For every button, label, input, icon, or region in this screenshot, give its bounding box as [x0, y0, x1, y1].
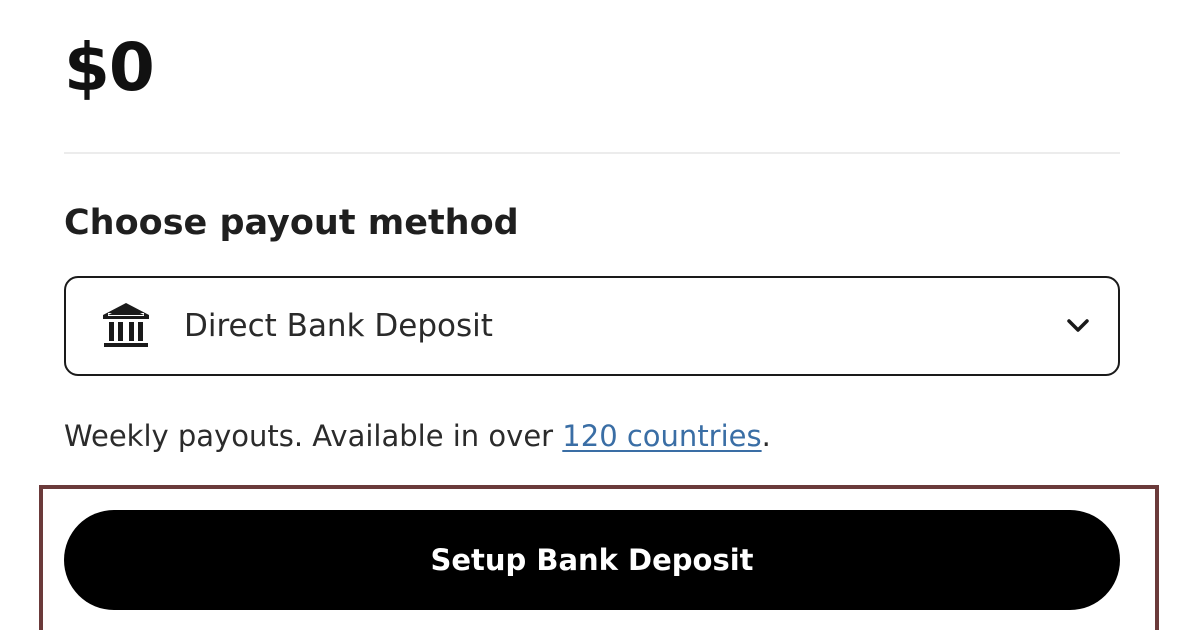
payout-helper-text: Weekly payouts. Available in over 120 co… [64, 416, 771, 456]
bank-icon [103, 303, 149, 347]
setup-bank-deposit-button[interactable]: Setup Bank Deposit [64, 510, 1120, 610]
countries-link[interactable]: 120 countries [562, 419, 761, 453]
balance-amount: $0 [64, 29, 155, 106]
helper-prefix: Weekly payouts. Available in over [64, 419, 563, 453]
payout-method-value: Direct Bank Deposit [184, 308, 493, 344]
payout-method-select[interactable]: Direct Bank Deposit [64, 276, 1120, 376]
helper-suffix: . [761, 419, 771, 453]
chevron-down-icon [1067, 319, 1089, 332]
payout-panel: $0 Choose payout method Direct Bank Depo… [0, 0, 1200, 630]
divider [64, 152, 1120, 154]
payout-method-heading: Choose payout method [64, 203, 519, 243]
